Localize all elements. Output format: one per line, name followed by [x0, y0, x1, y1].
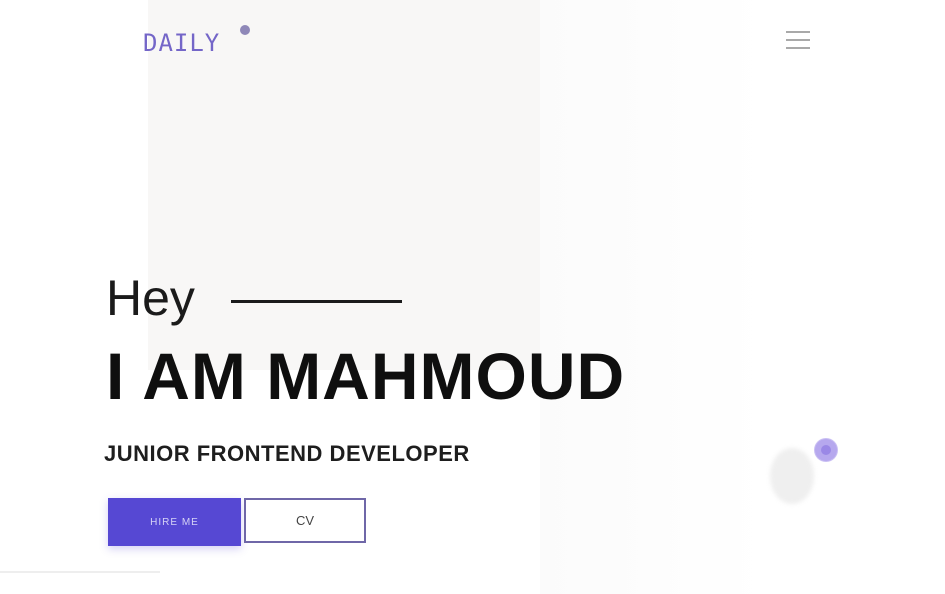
hero-name-heading: I AM MAHMOUD [106, 339, 626, 413]
hero-greeting: Hey [106, 270, 195, 326]
logo-dot-icon [240, 25, 250, 35]
decorative-dot-icon [815, 439, 837, 461]
site-logo[interactable]: DAILY [143, 30, 220, 56]
menu-bar [786, 47, 810, 49]
page: DAILY Hey I AM MAHMOUD JUNIOR FRONTEND D… [0, 0, 945, 594]
hamburger-menu-icon[interactable] [783, 25, 813, 55]
hero-role-subtitle: JUNIOR FRONTEND DEVELOPER [104, 441, 470, 466]
greeting-divider-line [231, 300, 402, 303]
menu-bar [786, 31, 810, 33]
cv-button[interactable]: CV [244, 498, 366, 543]
menu-bar [786, 39, 810, 41]
decorative-blob [770, 448, 814, 504]
hire-me-button[interactable]: HIRE ME [108, 498, 241, 546]
background-fade [540, 0, 920, 594]
bottom-divider [0, 571, 160, 573]
